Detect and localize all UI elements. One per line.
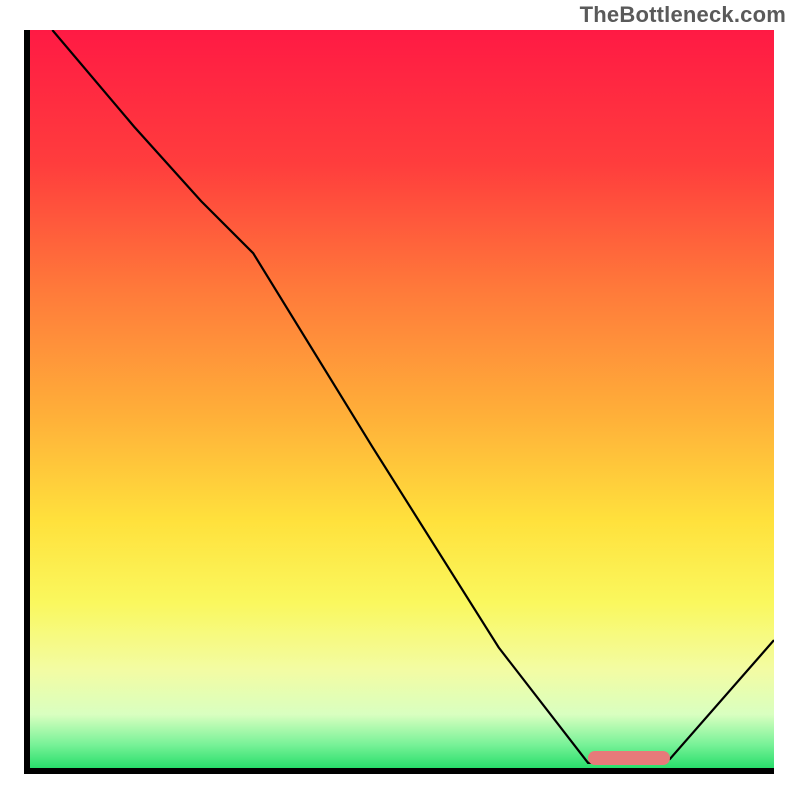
bottleneck-curve xyxy=(30,30,774,774)
chart-container: TheBottleneck.com xyxy=(0,0,800,800)
bottleneck-curve-path xyxy=(52,30,774,763)
x-axis xyxy=(30,768,774,774)
optimal-range-marker xyxy=(588,751,670,765)
y-axis xyxy=(24,30,30,774)
plot-area xyxy=(30,30,774,774)
watermark-text: TheBottleneck.com xyxy=(580,2,786,28)
